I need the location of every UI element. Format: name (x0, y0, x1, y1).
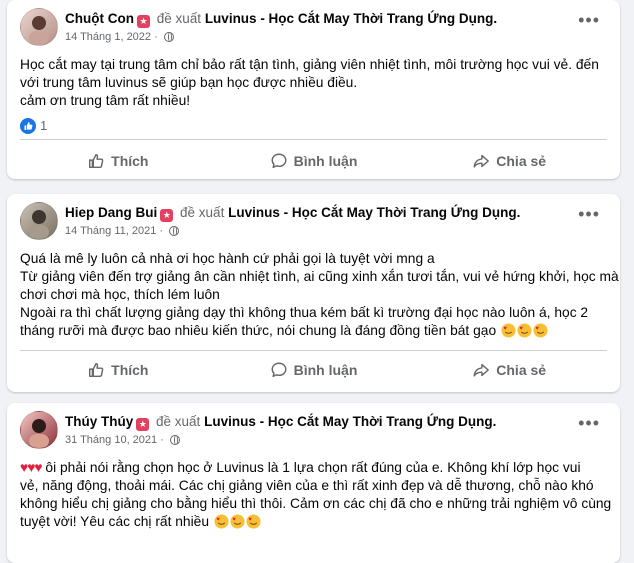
globe-icon (169, 226, 180, 236)
recommend-star-icon: ★ (136, 418, 150, 431)
author-name[interactable]: Hiep Dang Bui (65, 205, 157, 220)
post-text: Quá là mê ly luôn cả nhà ơi học hành cứ … (20, 250, 619, 340)
like-reaction-icon (20, 118, 36, 134)
share-arrow-icon (473, 154, 490, 168)
reaction-summary[interactable]: 1 (20, 117, 47, 135)
share-label: Chia sẻ (496, 153, 547, 169)
globe-icon (169, 435, 180, 445)
post-line: không hiểu chị giảng cho bằng hiểu thì t… (20, 496, 612, 511)
thumbs-up-icon (89, 153, 104, 169)
like-label: Thích (111, 153, 149, 169)
post-date[interactable]: 14 Tháng 11, 2021 (65, 225, 156, 237)
author-name[interactable]: Chuột Con (65, 11, 134, 26)
more-options-icon[interactable]: ••• (578, 11, 600, 29)
red-heart-emoji: ♥♥♥ (20, 460, 43, 475)
comment-button[interactable]: Bình luận (216, 145, 412, 177)
post-line: cảm ơn trung tâm rất nhiều! (20, 93, 191, 108)
post-actions: Thích Bình luận Chia sẻ (20, 354, 607, 386)
thumbs-up-icon (89, 362, 104, 378)
post-line: Học cắt may tại trung tâm chỉ bảo rất tậ… (20, 57, 599, 72)
reaction-count: 1 (40, 118, 48, 133)
comment-bubble-icon (271, 362, 287, 378)
smiling-face-with-hearts-emoji (500, 323, 548, 338)
page-name-link[interactable]: Luvinus - Học Cắt May Thời Trang Ứng Dụn… (228, 205, 520, 220)
like-label: Thích (111, 362, 149, 378)
comment-button[interactable]: Bình luận (216, 354, 412, 386)
comment-bubble-icon (271, 153, 287, 169)
globe-icon (163, 32, 174, 42)
post-line: Từ giảng viên đến trợ giảng ân cần nhiệt… (20, 269, 619, 284)
post-line-text: tháng rưỡi mà được bao nhiêu kiến thức, … (20, 323, 497, 338)
divider (20, 350, 607, 351)
comment-label: Bình luận (293, 153, 358, 169)
post-text: ♥♥♥ ôi phải nói rằng chọn học ở Luvinus … (20, 459, 612, 531)
recommend-text: đề xuất (156, 414, 201, 429)
more-options-icon[interactable]: ••• (578, 205, 600, 223)
post-line-text: ôi phải nói rằng chọn học ở Luvinus là 1… (45, 460, 581, 475)
avatar[interactable] (20, 202, 58, 240)
post-header: Chuột Con ★ đề xuất Luvinus - Học Cắt May… (20, 8, 600, 48)
post-line: tháng rưỡi mà được bao nhiêu kiến thức, … (20, 322, 605, 340)
page-name-link[interactable]: Luvinus - Học Cắt May Thời Trang Ứng Dụn… (204, 414, 496, 429)
recommend-star-icon: ★ (136, 15, 150, 28)
post-line: chơi chơi mà học, thích lém luôn (20, 287, 220, 302)
post-card-3: Thúy Thúy ★ đề xuất Luvinus - Học Cắt May… (7, 403, 620, 563)
like-button[interactable]: Thích (20, 354, 216, 386)
avatar[interactable] (20, 411, 58, 449)
post-line: tuyệt vời! Yêu các chị rất nhiều (20, 513, 605, 531)
smiling-face-with-hearts-emoji (213, 514, 261, 529)
more-options-icon[interactable]: ••• (578, 414, 600, 432)
share-button[interactable]: Chia sẻ (411, 354, 607, 386)
share-button[interactable]: Chia sẻ (411, 145, 607, 177)
post-header: Thúy Thúy ★ đề xuất Luvinus - Học Cắt May… (20, 411, 600, 451)
comment-label: Bình luận (293, 362, 358, 378)
post-card-1: Chuột Con ★ đề xuất Luvinus - Học Cắt May… (7, 0, 620, 179)
post-header: Hiep Dang Bui ★ đề xuất Luvinus - Học Cắt… (20, 202, 600, 242)
post-actions: Thích Bình luận Chia sẻ (20, 145, 607, 177)
divider (20, 139, 607, 140)
recommend-text: đề xuất (156, 11, 202, 26)
recommend-text: đề xuất (180, 205, 225, 220)
post-date[interactable]: 14 Tháng 1, 2022 (65, 31, 151, 43)
post-card-2: Hiep Dang Bui ★ đề xuất Luvinus - Học Cắt… (7, 194, 620, 392)
post-line: Ngoài ra thì chất lượng giảng dạy thì kh… (20, 305, 589, 320)
share-arrow-icon (473, 363, 490, 377)
post-line: vẻ, năng động, thoải mái. Các chị giảng … (20, 478, 594, 493)
author-name[interactable]: Thúy Thúy (65, 414, 133, 429)
post-line: ♥♥♥ ôi phải nói rằng chọn học ở Luvinus … (20, 459, 605, 477)
post-text: Học cắt may tại trung tâm chỉ bảo rất tậ… (20, 56, 605, 110)
recommend-star-icon: ★ (160, 209, 174, 222)
share-label: Chia sẻ (496, 362, 547, 378)
post-line: với trung tâm luvinus sẽ giúp bạn học đư… (20, 75, 358, 90)
page-name-link[interactable]: Luvinus - Học Cắt May Thời Trang Ứng Dụn… (205, 11, 497, 26)
post-line-text: tuyệt vời! Yêu các chị rất nhiều (20, 514, 210, 529)
like-button[interactable]: Thích (20, 145, 216, 177)
avatar[interactable] (20, 8, 58, 46)
post-line: Quá là mê ly luôn cả nhà ơi học hành cứ … (20, 251, 435, 266)
post-date[interactable]: 31 Tháng 10, 2021 (65, 434, 157, 446)
